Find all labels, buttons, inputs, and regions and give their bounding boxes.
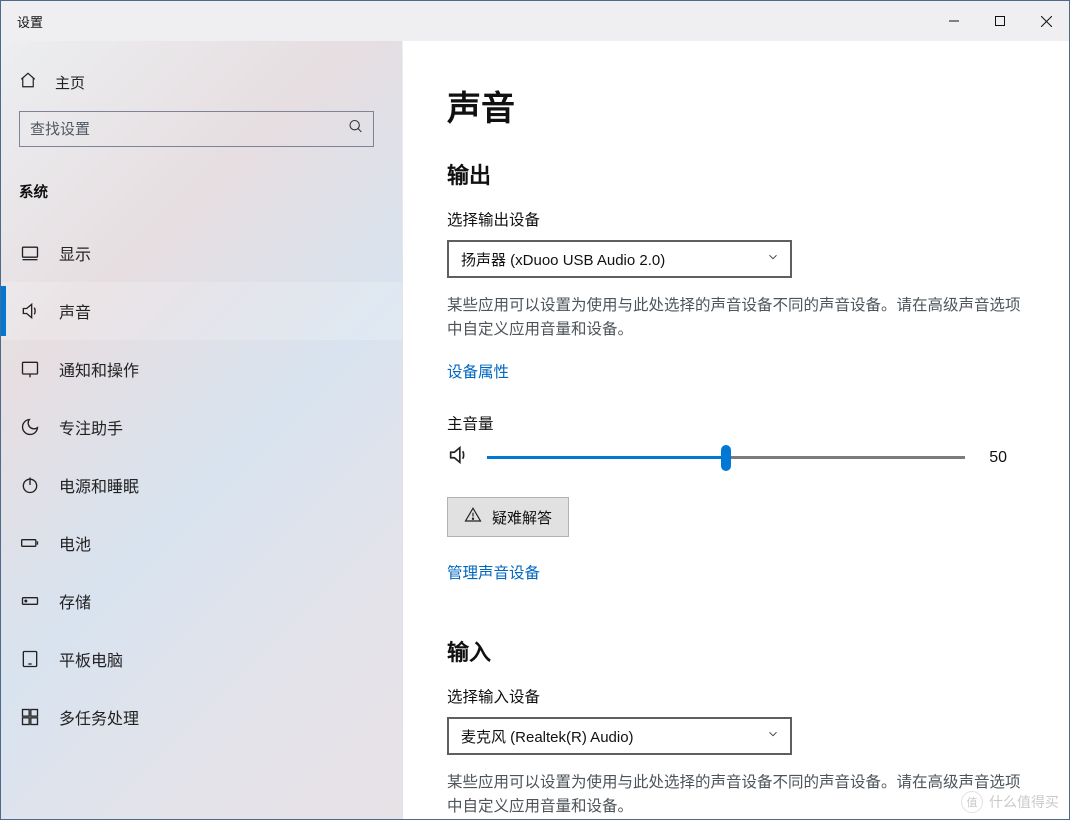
search-wrap — [1, 105, 402, 165]
master-volume-label: 主音量 — [447, 412, 1025, 434]
window-controls — [931, 1, 1069, 41]
window-title: 设置 — [17, 12, 43, 31]
input-device-select[interactable]: 麦克风 (Realtek(R) Audio) — [447, 717, 792, 755]
maximize-button[interactable] — [977, 1, 1023, 41]
sidebar-item-label: 电源和睡眠 — [59, 473, 139, 497]
sidebar-item-tablet[interactable]: 平板电脑 — [1, 630, 402, 688]
notifications-icon — [19, 358, 41, 380]
minimize-button[interactable] — [931, 1, 977, 41]
maximize-icon — [995, 16, 1005, 26]
output-device-select[interactable]: 扬声器 (xDuoo USB Audio 2.0) — [447, 240, 792, 278]
sidebar-item-battery[interactable]: 电池 — [1, 514, 402, 572]
display-icon — [19, 242, 41, 264]
output-section-title: 输出 — [447, 158, 1025, 190]
volume-value: 50 — [983, 449, 1007, 467]
sound-icon — [19, 300, 41, 322]
sidebar-item-label: 电池 — [59, 531, 91, 555]
close-button[interactable] — [1023, 1, 1069, 41]
multitask-icon — [19, 706, 41, 728]
sidebar-item-power[interactable]: 电源和睡眠 — [1, 456, 402, 514]
content-pane: 声音 输出 选择输出设备 扬声器 (xDuoo USB Audio 2.0) 某… — [403, 41, 1069, 819]
home-button[interactable]: 主页 — [1, 59, 402, 105]
settings-window: 设置 主页 — [0, 0, 1070, 820]
storage-icon — [19, 590, 41, 612]
power-icon — [19, 474, 41, 496]
manage-devices-link[interactable]: 管理声音设备 — [447, 561, 540, 583]
troubleshoot-label: 疑难解答 — [492, 507, 552, 528]
sidebar-item-label: 存储 — [59, 589, 91, 613]
output-desc: 某些应用可以设置为使用与此处选择的声音设备不同的声音设备。请在高级声音选项中自定… — [447, 294, 1025, 342]
sidebar-item-label: 显示 — [59, 241, 91, 265]
sidebar-item-label: 平板电脑 — [59, 647, 123, 671]
home-icon — [19, 71, 37, 93]
titlebar: 设置 — [1, 1, 1069, 41]
output-device-label: 选择输出设备 — [447, 208, 1025, 230]
battery-icon — [19, 532, 41, 554]
sidebar-nav: 显示 声音 通知和操作 — [1, 224, 402, 746]
device-properties-link[interactable]: 设备属性 — [447, 360, 509, 382]
input-section-title: 输入 — [447, 635, 1025, 667]
sidebar-item-label: 多任务处理 — [59, 705, 139, 729]
sidebar-item-label: 声音 — [59, 299, 91, 323]
close-icon — [1041, 16, 1052, 27]
warning-icon — [464, 506, 482, 528]
output-device-value: 扬声器 (xDuoo USB Audio 2.0) — [461, 249, 665, 270]
chevron-down-icon — [766, 250, 780, 268]
focus-icon — [19, 416, 41, 438]
home-label: 主页 — [55, 72, 85, 93]
input-desc: 某些应用可以设置为使用与此处选择的声音设备不同的声音设备。请在高级声音选项中自定… — [447, 771, 1025, 819]
search-icon — [348, 119, 364, 140]
sidebar-item-sound[interactable]: 声音 — [1, 282, 402, 340]
sidebar-item-label: 专注助手 — [59, 415, 123, 439]
sidebar-item-multitask[interactable]: 多任务处理 — [1, 688, 402, 746]
sidebar-item-focus[interactable]: 专注助手 — [1, 398, 402, 456]
sidebar: 主页 系统 显示 — [1, 41, 403, 819]
volume-icon[interactable] — [447, 444, 469, 471]
tablet-icon — [19, 648, 41, 670]
input-device-value: 麦克风 (Realtek(R) Audio) — [461, 726, 634, 747]
chevron-down-icon — [766, 727, 780, 745]
sidebar-item-storage[interactable]: 存储 — [1, 572, 402, 630]
input-device-label: 选择输入设备 — [447, 685, 1025, 707]
slider-thumb[interactable] — [721, 445, 731, 471]
sidebar-item-display[interactable]: 显示 — [1, 224, 402, 282]
sidebar-group-system: 系统 — [1, 165, 402, 214]
search-input[interactable] — [19, 111, 374, 147]
sidebar-item-notifications[interactable]: 通知和操作 — [1, 340, 402, 398]
volume-slider[interactable] — [487, 446, 965, 470]
volume-row: 50 — [447, 444, 1007, 471]
sidebar-item-label: 通知和操作 — [59, 357, 139, 381]
troubleshoot-button[interactable]: 疑难解答 — [447, 497, 569, 537]
page-title: 声音 — [447, 81, 1025, 130]
minimize-icon — [949, 16, 959, 26]
